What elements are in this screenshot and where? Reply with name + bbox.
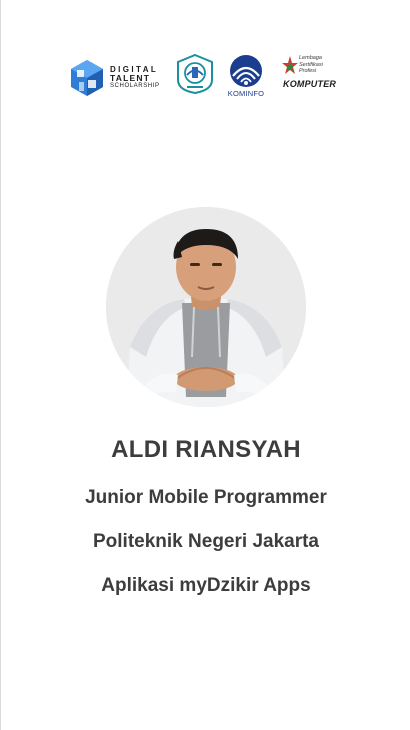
digital-talent-logo: DIGITAL TALENT SCHOLARSHIP [68, 54, 164, 100]
dts-wordmark: DIGITAL TALENT SCHOLARSHIP [110, 66, 160, 90]
polytechnic-badge-icon [177, 53, 213, 95]
lsp-line-1: Lembaga [299, 55, 322, 61]
profile-app-name: Aplikasi myDzikir Apps [101, 575, 311, 596]
sponsor-logos: DIGITAL TALENT SCHOLARSHIP KOMINFO Lemba… [1, 53, 410, 100]
about-page: DIGITAL TALENT SCHOLARSHIP KOMINFO Lemba… [0, 0, 410, 730]
lsp-brand: KOMPUTER [283, 79, 337, 89]
dts-cube-icon [71, 60, 103, 96]
kominfo-logo: KOMINFO [223, 54, 269, 100]
dts-line-3: SCHOLARSHIP [110, 83, 160, 89]
lsp-text: Lembaga Sertifikasi Profesi [299, 55, 323, 75]
lsp-line-3: Profesi [299, 68, 317, 74]
kominfo-label: KOMINFO [227, 89, 265, 98]
dts-line-2: TALENT [110, 73, 151, 83]
profile-name: ALDI RIANSYAH [111, 436, 301, 463]
profile-job-title: Junior Mobile Programmer [85, 487, 327, 508]
profile-photo [106, 207, 306, 407]
person-photo-illustration [106, 207, 306, 407]
kominfo-emblem-icon [230, 55, 262, 87]
profile-institution: Politeknik Negeri Jakarta [93, 531, 319, 552]
lsp-komputer-logo: Lembaga Sertifikasi Profesi KOMPUTER [281, 54, 336, 94]
lsp-star-icon [282, 56, 298, 74]
polytechnic-logo [175, 53, 215, 95]
